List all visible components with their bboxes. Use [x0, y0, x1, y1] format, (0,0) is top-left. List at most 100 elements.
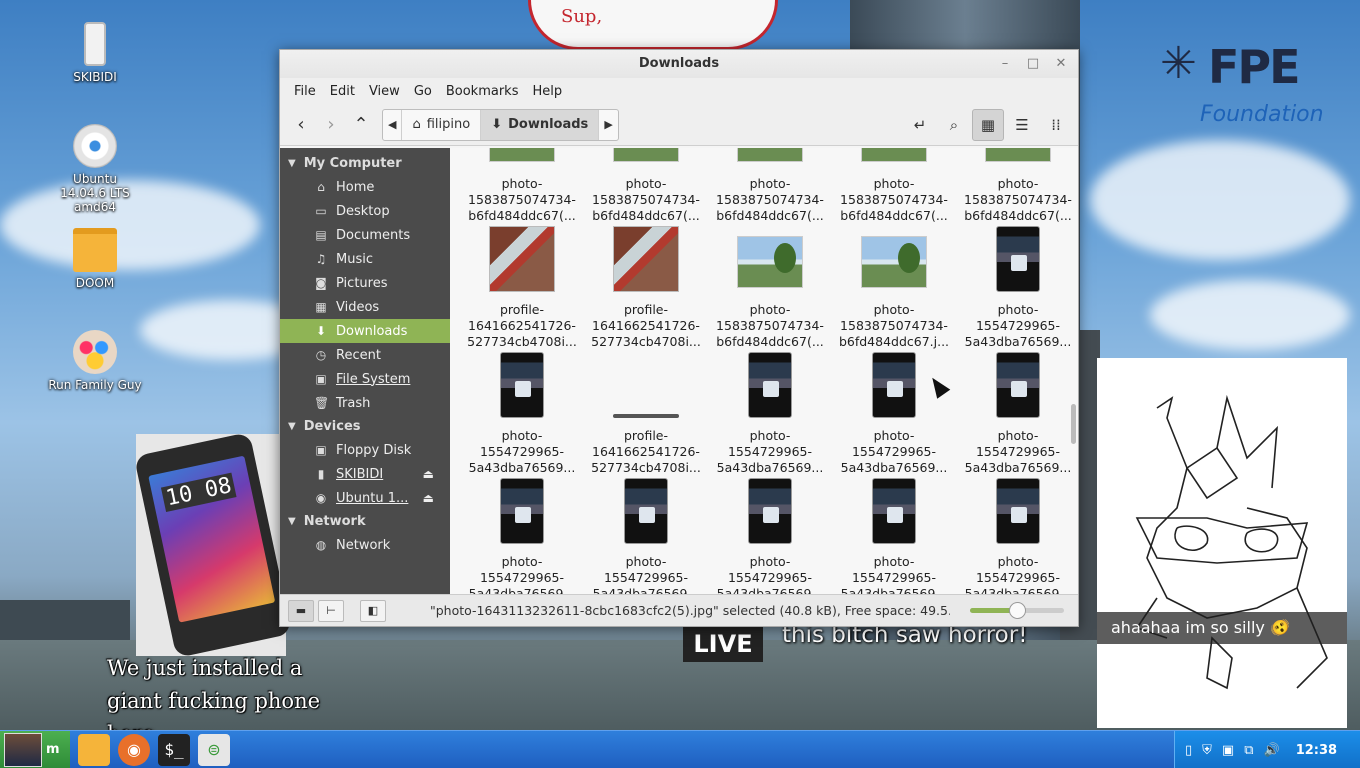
file-item[interactable]: photo- 1583875074734- b6fd484ddc67(... [584, 148, 708, 223]
scrollbar[interactable] [1071, 404, 1076, 444]
file-name-line: 1583875074734- [964, 192, 1072, 207]
menu-edit[interactable]: Edit [323, 84, 362, 99]
sidebar-item-ubuntu[interactable]: ◉ Ubuntu 1... ⏏ [280, 486, 450, 510]
compact-view-button[interactable]: ⁞⁞ [1040, 109, 1072, 141]
file-name-line: 5a43dba76569... [964, 586, 1072, 594]
sidebar-item-pictures[interactable]: ◙ Pictures [280, 271, 450, 295]
menu-go[interactable]: Go [407, 84, 439, 99]
sidebar-item-documents[interactable]: ▤ Documents [280, 223, 450, 247]
file-name-line: photo- [873, 302, 915, 317]
file-item[interactable]: photo- 1554729965- 5a43dba76569... [956, 222, 1078, 349]
list-view-button[interactable]: ☰ [1006, 109, 1038, 141]
file-item[interactable]: photo- 1554729965- 5a43dba76569... [708, 474, 832, 594]
desktop-icon-run-family-guy[interactable]: Run Family Guy [40, 330, 150, 392]
drive-icon: ▣ [315, 372, 327, 386]
menu-help[interactable]: Help [525, 84, 569, 99]
taskbar-terminal-button[interactable]: $_ [158, 733, 190, 766]
user-avatar [4, 732, 42, 767]
clock[interactable]: 12:38 [1296, 743, 1337, 758]
sidebar-item-downloads[interactable]: ⬇ Downloads [280, 319, 450, 343]
sidebar-header-network[interactable]: ▼ Network [280, 510, 450, 533]
zoom-slider-handle[interactable] [1009, 602, 1026, 619]
breadcrumb-current[interactable]: ⬇ Downloads [481, 109, 600, 140]
file-name-line: photo- [625, 176, 667, 191]
maximize-button[interactable]: □ [1026, 50, 1040, 78]
sidebar-item-file-system[interactable]: ▣ File System [280, 367, 450, 391]
breadcrumb-parent[interactable]: ⌂ filipino [402, 109, 482, 140]
up-button[interactable]: ⌃ [346, 110, 376, 140]
shield-icon[interactable]: ⛨ [1202, 743, 1212, 758]
file-name-line: photo- [501, 176, 543, 191]
clipboard-icon[interactable]: ▯ [1185, 743, 1192, 758]
sidebar-header-devices[interactable]: ▼ Devices [280, 415, 450, 438]
file-item[interactable]: photo- 1554729965- 5a43dba76569... [832, 348, 956, 475]
desktop-icon-doom[interactable]: DOOM [40, 228, 150, 290]
file-item[interactable]: photo- 1583875074734- b6fd484ddc67(... [956, 148, 1078, 223]
file-view[interactable]: photo- 1583875074734- b6fd484ddc67(... phot… [450, 148, 1078, 594]
file-item[interactable]: photo- 1583875074734- b6fd484ddc67.j... [832, 222, 956, 349]
file-manager-window: Downloads – □ ✕ File Edit View Go Bookma… [279, 49, 1079, 627]
show-places-button[interactable]: ▬ [288, 599, 314, 622]
breadcrumb: ◀ ⌂ filipino ⬇ Downloads ▶ [382, 108, 619, 141]
sidebar-item-skibidi[interactable]: ▮ SKIBIDI ⏏ [280, 462, 450, 486]
sidebar-item-videos[interactable]: ▦ Videos [280, 295, 450, 319]
phone-clock: 10 08 [160, 472, 237, 513]
forward-button[interactable]: › [316, 110, 346, 140]
sidebar-item-desktop[interactable]: ▭ Desktop [280, 199, 450, 223]
file-thumbnail [985, 148, 1051, 162]
file-item[interactable]: photo- 1554729965- 5a43dba76569... [460, 348, 584, 475]
menu-file[interactable]: File [287, 84, 323, 99]
taskbar-files-button[interactable] [78, 733, 110, 766]
desktop-icon-ubuntu[interactable]: Ubuntu 14.04.6 LTS amd64 [40, 124, 150, 214]
location-toggle-button[interactable]: ↵ [904, 109, 936, 141]
taskbar-firefox-button[interactable]: ◉ [118, 733, 150, 766]
file-item[interactable]: profile- 1641662541726- 527734cb4708i... [584, 348, 708, 475]
breadcrumb-scroll-left[interactable]: ◀ [383, 109, 403, 140]
network-icon[interactable]: ⧉ [1244, 743, 1253, 758]
breadcrumb-scroll-right[interactable]: ▶ [599, 110, 617, 140]
close-button[interactable]: ✕ [1054, 50, 1068, 78]
window-titlebar[interactable]: Downloads – □ ✕ [280, 50, 1078, 78]
sidebar-item-recent[interactable]: ◷ Recent [280, 343, 450, 367]
update-icon[interactable]: ▣ [1222, 743, 1234, 758]
file-name-line: photo- [625, 554, 667, 569]
icon-view-button[interactable]: ▦ [972, 109, 1004, 141]
hide-sidebar-button[interactable]: ◧ [360, 599, 386, 622]
file-item[interactable]: profile- 1641662541726- 527734cb4708i... [460, 222, 584, 349]
file-item[interactable]: photo- 1583875074734- b6fd484ddc67(... [832, 148, 956, 223]
taskbar-settings-button[interactable]: ⊜ [198, 733, 230, 766]
sidebar-item-network[interactable]: ◍ Network [280, 533, 450, 557]
file-name-line: photo- [997, 302, 1039, 317]
folder-icon: ▬ [295, 604, 307, 617]
file-item[interactable]: profile- 1641662541726- 527734cb4708i... [584, 222, 708, 349]
file-item[interactable]: photo- 1554729965- 5a43dba76569... [584, 474, 708, 594]
sidebar-header-my-computer[interactable]: ▼ My Computer [280, 152, 450, 175]
search-button[interactable]: ⌕ [938, 109, 970, 141]
start-menu-button[interactable]: m [0, 730, 70, 768]
file-item[interactable]: photo- 1554729965- 5a43dba76569... [460, 474, 584, 594]
fpe-logo: ✳ FPE Foundation [1160, 40, 1330, 140]
zoom-slider[interactable] [970, 602, 1064, 619]
file-item[interactable]: photo- 1583875074734- b6fd484ddc67(... [708, 222, 832, 349]
sidebar-item-floppy-disk[interactable]: ▣ Floppy Disk [280, 438, 450, 462]
file-item[interactable]: photo- 1554729965- 5a43dba76569... [832, 474, 956, 594]
file-item[interactable]: photo- 1583875074734- b6fd484ddc67(... [708, 148, 832, 223]
sidebar-item-trash[interactable]: 🗑 Trash [280, 391, 450, 415]
back-button[interactable]: ‹ [286, 110, 316, 140]
sidebar-item-home[interactable]: ⌂ Home [280, 175, 450, 199]
file-item[interactable]: photo- 1554729965- 5a43dba76569... [956, 348, 1078, 475]
file-item[interactable]: photo- 1583875074734- b6fd484ddc67(... [460, 148, 584, 223]
volume-icon[interactable]: 🔊 [1264, 743, 1280, 758]
sidebar-item-music[interactable]: ♫ Music [280, 247, 450, 271]
file-item[interactable]: photo- 1554729965- 5a43dba76569... [708, 348, 832, 475]
file-thumbnail [737, 236, 803, 288]
desktop-icon-skibidi[interactable]: SKIBIDI [40, 22, 150, 84]
eject-icon[interactable]: ⏏ [423, 491, 434, 505]
file-item[interactable]: photo- 1554729965- 5a43dba76569... [956, 474, 1078, 594]
minimize-button[interactable]: – [998, 50, 1012, 78]
sticker-image: Sup, [528, 0, 778, 50]
menu-bookmarks[interactable]: Bookmarks [439, 84, 526, 99]
menu-view[interactable]: View [362, 84, 407, 99]
show-treeview-button[interactable]: ⊢ [318, 599, 344, 622]
eject-icon[interactable]: ⏏ [423, 467, 434, 481]
